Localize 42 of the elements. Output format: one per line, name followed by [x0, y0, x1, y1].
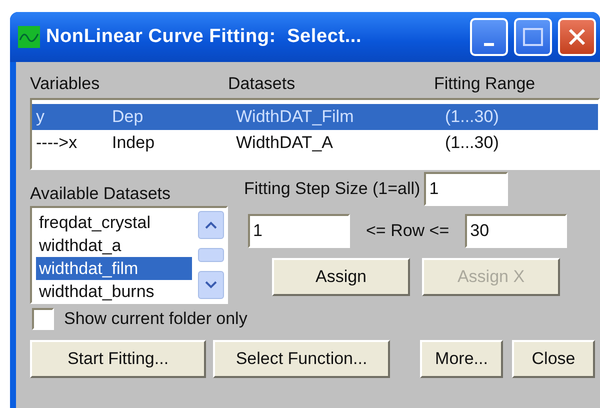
scroll-thumb[interactable]	[198, 248, 224, 262]
variable-cell-text: y	[36, 107, 46, 127]
variable-cell-text: ---->x	[36, 133, 78, 153]
dialog-button[interactable]: More...	[420, 340, 503, 378]
role-cell-text: Dep	[112, 107, 144, 127]
assign-button[interactable]: Assign	[272, 258, 410, 296]
row-to-field[interactable]: 30	[465, 214, 568, 248]
variable-row[interactable]: y Dep WidthDAT_Film (1...30)	[32, 104, 598, 130]
window-title: NonLinear Curve Fitting: Select...	[46, 26, 363, 48]
dataset-item[interactable]: widthdat_film	[36, 257, 192, 280]
dataset-item[interactable]: freqdat_crystal	[36, 211, 192, 234]
row-from-field[interactable]: 1	[248, 214, 350, 248]
role-cell-text: Indep	[112, 133, 156, 153]
scroll-up-icon[interactable]	[198, 211, 224, 239]
row-range-label: <= Row <=	[366, 221, 450, 241]
dataset-item[interactable]: widthdat_burns	[36, 280, 192, 302]
scrollbar[interactable]	[196, 208, 226, 302]
dialog-button[interactable]: Close	[512, 340, 595, 378]
step-size-field[interactable]: 1	[424, 172, 508, 206]
maximize-button[interactable]	[514, 18, 552, 56]
minimize-icon	[484, 42, 494, 46]
dataset-cell-text: WidthDAT_A	[236, 133, 334, 153]
range-cell-text: (1...30)	[445, 133, 500, 153]
dialog-button[interactable]: Select Function...	[213, 340, 390, 378]
column-header: Variables	[30, 74, 101, 94]
variable-row[interactable]: ---->x Indep WidthDAT_A (1...30)	[32, 130, 598, 156]
available-datasets-label: Available Datasets	[30, 184, 172, 204]
chart-icon	[18, 26, 40, 48]
scroll-down-icon[interactable]	[198, 271, 224, 299]
range-cell-text: (1...30)	[445, 107, 500, 127]
close-button[interactable]	[558, 18, 596, 56]
dataset-cell-text: WidthDAT_Film	[236, 107, 355, 127]
minimize-button[interactable]	[470, 18, 508, 56]
column-header: Fitting Range	[434, 74, 536, 94]
maximize-icon	[523, 28, 543, 46]
checkbox-label: Show current folder only	[64, 309, 248, 329]
column-header: Datasets	[228, 74, 296, 94]
close-icon	[567, 27, 587, 47]
checkbox[interactable]	[32, 308, 54, 330]
step-size-label: Fitting Step Size (1=all)	[244, 179, 420, 199]
dialog-button[interactable]: Start Fitting...	[30, 340, 206, 378]
dataset-item[interactable]: widthdat_a	[36, 234, 192, 257]
